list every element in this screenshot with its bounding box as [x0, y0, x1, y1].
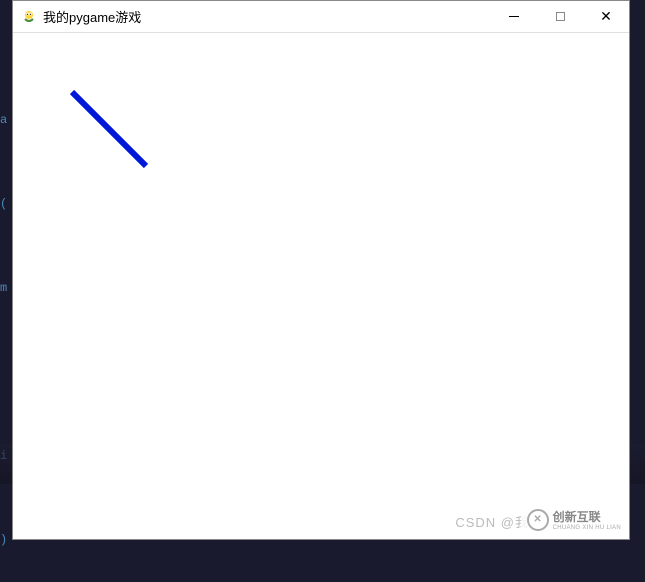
minimize-button[interactable]: [491, 1, 537, 32]
window-title: 我的pygame游戏: [43, 7, 491, 26]
close-icon: ✕: [600, 8, 612, 25]
maximize-icon: [556, 12, 565, 21]
logo-watermark: ✕ 创新互联 CHUANG XIN HU LIAN: [521, 504, 627, 535]
logo-icon: ✕: [527, 509, 549, 531]
logo-subtext: CHUANG XIN HU LIAN: [553, 525, 621, 531]
pygame-icon: [21, 9, 37, 25]
minimize-icon: [509, 16, 519, 17]
titlebar[interactable]: 我的pygame游戏 ✕: [13, 1, 629, 33]
pygame-window: 我的pygame游戏 ✕ CSDN @我 ✕ 创新互联 CHUANG XIN H…: [12, 0, 630, 540]
maximize-button[interactable]: [537, 1, 583, 32]
pygame-canvas[interactable]: CSDN @我 ✕ 创新互联 CHUANG XIN HU LIAN: [13, 33, 629, 539]
logo-text: 创新互联: [553, 508, 621, 525]
drawn-line: [68, 88, 158, 178]
window-controls: ✕: [491, 1, 629, 32]
logo-text-wrap: 创新互联 CHUANG XIN HU LIAN: [553, 508, 621, 531]
csdn-watermark: CSDN @我: [455, 512, 529, 531]
close-button[interactable]: ✕: [583, 1, 629, 32]
